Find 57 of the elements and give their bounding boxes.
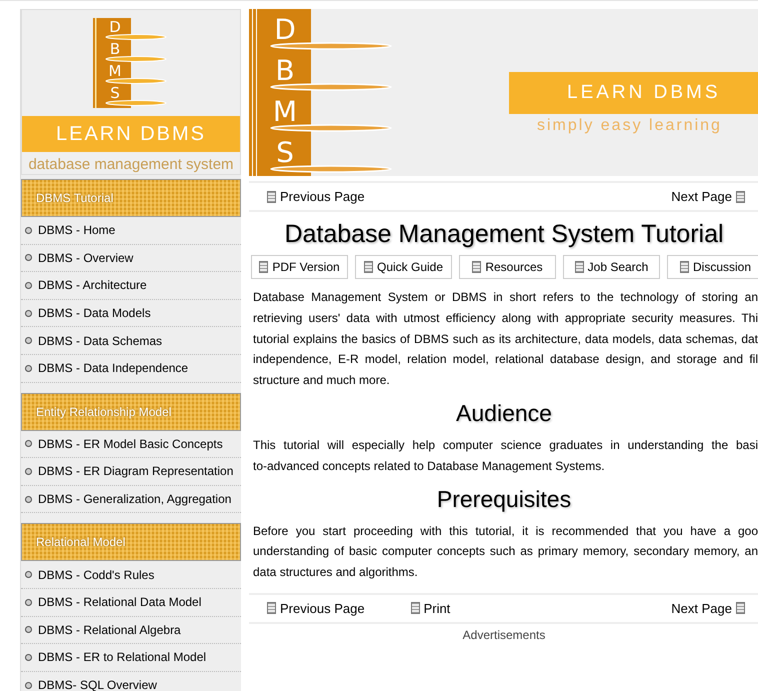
sidebar-link[interactable]: DBMS - ER Model Basic Concepts (21, 430, 241, 458)
paragraph-line: independence, E-R model, relation model, relational database design, and storage and fil (253, 351, 758, 368)
section-heading: Prerequisites (436, 484, 572, 513)
sidebar-link[interactable]: DBMS - Relational Algebra (21, 616, 241, 644)
sidebar-link[interactable]: DBMS - Generalization, Aggregation (21, 486, 241, 514)
paragraph-line: understanding of basic computer concepts such as primary memory, secondary memory, an (253, 543, 758, 560)
tool-button[interactable]: Quick Guide (355, 255, 452, 279)
advertisements-label: Advertisements (462, 628, 546, 642)
tool-button[interactable]: PDF Version (251, 255, 348, 279)
sidebar-link[interactable]: DBMS - ER to Relational Model (21, 644, 241, 672)
broken-image-icon (267, 602, 276, 614)
paragraph-line: retrieving users' data with utmost efficiency along with appropriate security measures. Thi (253, 310, 758, 327)
dbms-disk-stack-logo: D B M S (249, 9, 399, 176)
paragraph-line: Database Management System or DBMS in short refers to the technology of storing an (253, 289, 758, 306)
tool-button[interactable]: Discussion (667, 255, 758, 279)
sidebar-link[interactable]: DBMS - Data Models (21, 300, 241, 328)
paragraph-line: structure and much more. (253, 372, 391, 390)
tool-button[interactable]: Resources (459, 255, 556, 279)
paragraph-line: data structures and algorithms. (253, 564, 419, 582)
tool-button[interactable]: Job Search (563, 255, 660, 279)
paragraph-line: tutorial explains the basics of DBMS such as its architecture, data models, data schemas, dat (253, 330, 758, 348)
broken-image-icon (364, 261, 373, 273)
print-link[interactable]: Print (410, 600, 450, 616)
broken-image-icon (574, 261, 584, 273)
broken-image-icon (680, 261, 689, 273)
broken-image-icon (267, 190, 276, 202)
sidebar-link[interactable]: DBMS - Relational Data Model (21, 588, 241, 617)
paragraph-line: Before you start proceeding with this tutorial, it is recommended that you have a goo (253, 522, 758, 540)
sidebar-link[interactable]: DBMS - Data Independence (21, 354, 241, 383)
logo-subtitle: database management system (28, 156, 234, 173)
sidebar-link[interactable]: DBMS - Data Schemas (21, 327, 241, 355)
section-heading: Relational Model (21, 523, 241, 562)
paragraph-line: This tutorial will especially help computer science graduates in understanding the basi (253, 436, 758, 454)
next-page-link[interactable]: Next Page (671, 600, 745, 616)
logo-title: LEARN DBMS (22, 116, 240, 152)
banner-title: LEARN DBMS (509, 72, 758, 114)
page-title: Database Management System Tutorial (283, 220, 725, 249)
previous-page-link[interactable]: Previous Page (267, 189, 365, 204)
broken-image-icon (736, 190, 745, 202)
broken-image-icon (259, 261, 268, 273)
next-page-link[interactable]: Next Page (671, 189, 745, 204)
sidebar-link[interactable]: DBMS - Overview (21, 244, 241, 272)
broken-image-icon (736, 602, 745, 614)
section-heading: Entity Relationship Model (21, 392, 241, 431)
section-heading: DBMS Tutorial (21, 179, 241, 217)
previous-page-link[interactable]: Previous Page (267, 600, 365, 616)
section-heading: Audience (455, 398, 553, 427)
sidebar-link[interactable]: DBMS - Architecture (21, 272, 241, 300)
dbms-disk-stack-logo: D B M S (91, 18, 171, 108)
sidebar-link[interactable]: DBMS- SQL Overview (21, 672, 241, 691)
sidebar-link[interactable]: DBMS - Codd's Rules (21, 561, 241, 589)
sidebar-link[interactable]: DBMS - Home (21, 217, 241, 245)
sidebar-link[interactable]: DBMS - ER Diagram Representation (21, 458, 241, 486)
banner-tagline: simply easy learning (536, 117, 723, 135)
paragraph-line: to-advanced concepts related to Database Management Systems. (253, 458, 606, 475)
broken-image-icon (410, 602, 420, 614)
broken-image-icon (472, 261, 482, 273)
